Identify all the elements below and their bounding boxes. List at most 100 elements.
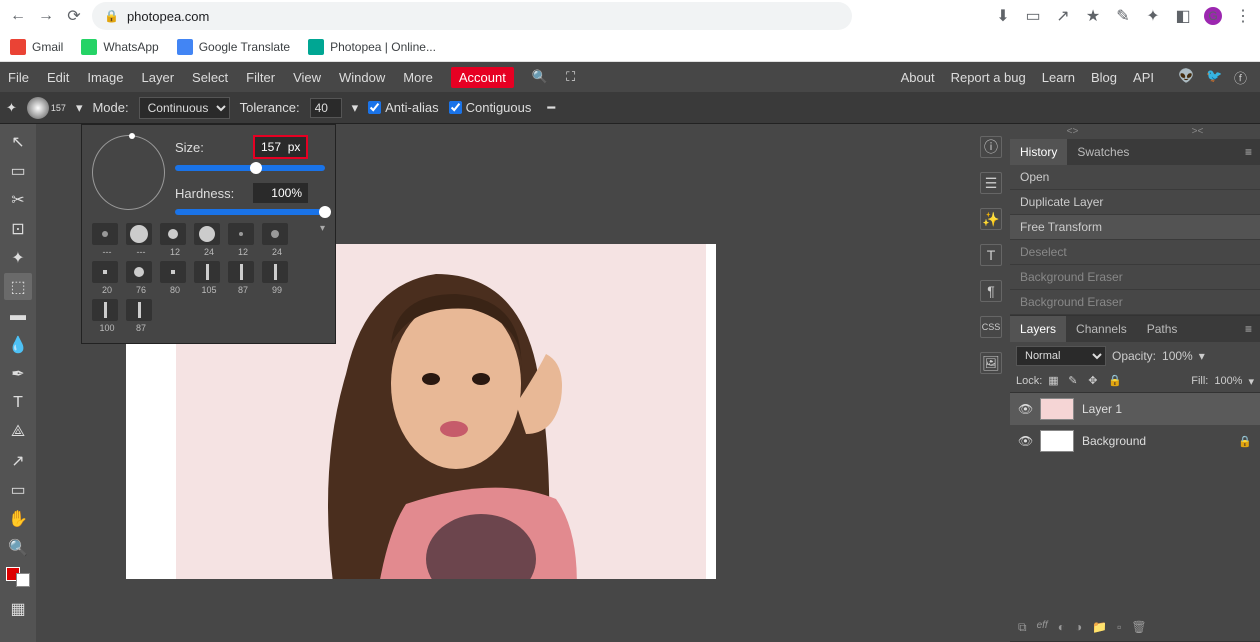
panel-collapse-left-icon[interactable]: <>	[1067, 126, 1079, 137]
info-icon[interactable]: ⓘ	[980, 136, 1002, 158]
hardness-slider[interactable]	[175, 209, 325, 215]
bookmark-photopea[interactable]: Photopea | Online...	[308, 39, 436, 55]
tool-hand[interactable]: ✋	[4, 505, 32, 532]
lock-transparent-icon[interactable]: ▦	[1048, 374, 1062, 388]
tool-brush[interactable]: ▬	[4, 302, 32, 329]
tab-layers[interactable]: Layers	[1010, 316, 1066, 342]
size-slider[interactable]	[175, 165, 325, 171]
tool-path[interactable]: ↗	[4, 447, 32, 474]
brush-dropdown-icon[interactable]: ▾	[76, 100, 83, 116]
tab-paths[interactable]: Paths	[1137, 316, 1188, 342]
paragraph-icon[interactable]: ¶	[980, 280, 1002, 302]
preset-8[interactable]: 80	[160, 261, 190, 295]
history-item-bgeraser1[interactable]: Background Eraser	[1010, 265, 1260, 290]
install-icon[interactable]: ⬇	[994, 7, 1012, 25]
layer-visibility-icon[interactable]: 👁	[1018, 434, 1032, 448]
tab-history[interactable]: History	[1010, 139, 1067, 165]
tab-channels[interactable]: Channels	[1066, 316, 1137, 342]
image-icon[interactable]: 🖼	[980, 352, 1002, 374]
tab-swatches[interactable]: Swatches	[1067, 139, 1139, 165]
menu-icon[interactable]: ⋮	[1234, 7, 1252, 25]
preset-5[interactable]: 24	[262, 223, 292, 257]
preset-10[interactable]: 87	[228, 261, 258, 295]
menu-window[interactable]: Window	[339, 70, 385, 85]
reload-button[interactable]: ⟳	[64, 6, 84, 26]
bookmark-whatsapp[interactable]: WhatsApp	[81, 39, 158, 55]
menu-filter[interactable]: Filter	[246, 70, 275, 85]
history-item-open[interactable]: Open	[1010, 165, 1260, 190]
mode-select[interactable]: Continuous	[139, 97, 230, 119]
history-item-deselect[interactable]: Deselect	[1010, 240, 1260, 265]
fx-add-icon[interactable]: eff	[1037, 620, 1048, 635]
extensions-icon[interactable]: ✦	[1144, 7, 1162, 25]
preset-1[interactable]: ---	[126, 223, 156, 257]
tool-zoom[interactable]: 🔍	[4, 534, 32, 561]
tolerance-input[interactable]	[310, 98, 342, 118]
preset-6[interactable]: 20	[92, 261, 122, 295]
preset-13[interactable]: 87	[126, 299, 156, 333]
opacity-value[interactable]: 100%	[1162, 349, 1193, 363]
fx-icon[interactable]: ✨	[980, 208, 1002, 230]
preset-7[interactable]: 76	[126, 261, 156, 295]
layer-visibility-icon[interactable]: 👁	[1018, 402, 1032, 416]
tool-type[interactable]: T	[4, 389, 32, 416]
layers-menu-icon[interactable]: ≡	[1237, 322, 1260, 336]
contiguous-checkbox[interactable]: Contiguous	[449, 100, 532, 115]
preset-3[interactable]: 24	[194, 223, 224, 257]
sidepanel-icon[interactable]: ◧	[1174, 7, 1192, 25]
facebook-icon[interactable]: ⓕ	[1234, 68, 1252, 86]
search-icon[interactable]: 🔍	[532, 69, 548, 85]
url-bar[interactable]: 🔒 photopea.com	[92, 2, 852, 30]
link-api[interactable]: API	[1133, 70, 1154, 85]
preset-2[interactable]: 12	[160, 223, 190, 257]
menu-layer[interactable]: Layer	[142, 70, 175, 85]
folder-icon[interactable]: 📁	[1092, 620, 1107, 635]
link-blog[interactable]: Blog	[1091, 70, 1117, 85]
lock-paint-icon[interactable]: ✎	[1068, 374, 1082, 388]
layer-1[interactable]: 👁 Layer 1	[1010, 393, 1260, 425]
fill-value[interactable]: 100%	[1214, 375, 1242, 387]
tool-wand[interactable]: ✦	[4, 244, 32, 271]
history-item-bgeraser2[interactable]: Background Eraser	[1010, 290, 1260, 315]
brush-circle-preview[interactable]	[92, 135, 165, 210]
panel-collapse-right-icon[interactable]: ><	[1192, 126, 1204, 137]
preset-0[interactable]: ---	[92, 223, 122, 257]
menu-file[interactable]: File	[8, 70, 29, 85]
preset-11[interactable]: 99	[262, 261, 292, 295]
layer-thumbnail[interactable]	[1040, 430, 1074, 452]
history-item-transform[interactable]: Free Transform	[1010, 215, 1260, 240]
preset-12[interactable]: 100	[92, 299, 122, 333]
tool-marquee[interactable]: ▭	[4, 157, 32, 184]
lock-all-icon[interactable]: 🔒	[1108, 374, 1122, 388]
preset-9[interactable]: 105	[194, 261, 224, 295]
hardness-input[interactable]: 100%	[253, 183, 308, 203]
presets-dropdown-icon[interactable]: ▾	[320, 223, 325, 257]
link-layers-icon[interactable]: ⧉	[1018, 620, 1027, 635]
tool-blur[interactable]: 💧	[4, 331, 32, 358]
fill-dropdown-icon[interactable]: ▾	[1248, 375, 1254, 388]
new-layer-icon[interactable]: ▫	[1117, 620, 1121, 635]
canvas-area[interactable]: Size: 157 px Hardness: 100% --- ---	[36, 124, 972, 642]
opacity-dropdown-icon[interactable]: ▾	[1199, 349, 1205, 363]
eyedropper-icon[interactable]: ✎	[1114, 7, 1132, 25]
history-menu-icon[interactable]: ≡	[1237, 145, 1260, 159]
tool-pen[interactable]: ✒	[4, 360, 32, 387]
character-icon[interactable]: T	[980, 244, 1002, 266]
menu-select[interactable]: Select	[192, 70, 228, 85]
bookmark-gmail[interactable]: Gmail	[10, 39, 63, 55]
brush-preview-icon[interactable]	[27, 97, 49, 119]
mask-icon[interactable]: ◐	[1058, 620, 1065, 635]
layer-thumbnail[interactable]	[1040, 398, 1074, 420]
share-icon[interactable]: ↗	[1054, 7, 1072, 25]
lock-position-icon[interactable]: ✥	[1088, 374, 1102, 388]
history-item-duplicate[interactable]: Duplicate Layer	[1010, 190, 1260, 215]
size-input[interactable]: 157 px	[253, 135, 308, 159]
antialias-checkbox[interactable]: Anti-alias	[368, 100, 438, 115]
link-report[interactable]: Report a bug	[951, 70, 1026, 85]
layer-background[interactable]: 👁 Background 🔒	[1010, 425, 1260, 457]
twitter-icon[interactable]: 🐦	[1206, 68, 1224, 86]
blend-mode-select[interactable]: Normal	[1016, 346, 1106, 366]
fullscreen-icon[interactable]: ⛶	[566, 69, 575, 85]
preset-4[interactable]: 12	[228, 223, 258, 257]
forward-button[interactable]: →	[36, 6, 56, 26]
